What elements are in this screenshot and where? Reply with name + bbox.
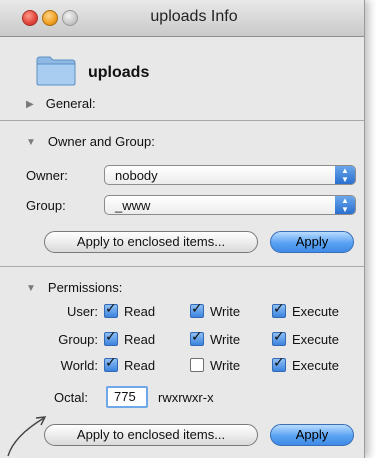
window-title: uploads Info: [150, 8, 238, 25]
user-write-checkbox[interactable]: [190, 301, 204, 318]
read-label: Read: [124, 332, 156, 347]
user-read-checkbox[interactable]: [104, 301, 118, 318]
owner-label: Owner:: [26, 168, 68, 183]
group-execute-checkbox[interactable]: [272, 329, 286, 346]
divider: [0, 120, 364, 121]
group-write-checkbox[interactable]: [190, 329, 204, 346]
execute-label: Execute: [292, 332, 339, 347]
group-value: _www: [115, 198, 151, 213]
group-label: Group:: [26, 198, 66, 213]
folder-name: uploads: [88, 64, 150, 81]
apply-button-owner[interactable]: Apply: [270, 231, 354, 253]
octal-label: Octal:: [54, 390, 88, 405]
disclosure-down-icon[interactable]: ▼: [26, 283, 36, 294]
owner-popup[interactable]: nobody ▲ ▼: [104, 165, 356, 185]
user-perm-label: User:: [66, 304, 98, 319]
world-read-checkbox[interactable]: [104, 355, 118, 372]
group-popup[interactable]: _www ▲ ▼: [104, 195, 356, 215]
section-general-label: General:: [45, 96, 96, 111]
write-label: Write: [210, 304, 241, 319]
info-window: uploads Info uploads ▶ General: ▼ Owner an…: [0, 0, 365, 458]
popup-arrows-icon: ▲ ▼: [335, 166, 355, 184]
world-write-checkbox[interactable]: [190, 358, 204, 372]
world-perm-label: World:: [60, 358, 98, 373]
section-owner-group[interactable]: ▼ Owner and Group:: [26, 134, 155, 149]
write-label: Write: [210, 332, 241, 347]
annotation-arrow-icon: [7, 416, 47, 457]
user-execute-checkbox[interactable]: [272, 301, 286, 318]
write-label: Write: [210, 358, 241, 373]
disclosure-down-icon[interactable]: ▼: [26, 137, 36, 148]
execute-label: Execute: [292, 304, 339, 319]
group-perm-label: Group:: [58, 332, 98, 347]
owner-value: nobody: [115, 168, 158, 183]
section-permissions-label: Permissions:: [47, 280, 123, 295]
octal-input[interactable]: 775: [106, 386, 148, 408]
section-general[interactable]: ▶ General:: [26, 96, 96, 111]
section-owner-group-label: Owner and Group:: [47, 134, 155, 149]
divider: [0, 266, 364, 267]
world-execute-checkbox[interactable]: [272, 355, 286, 372]
disclosure-right-icon[interactable]: ▶: [26, 99, 34, 110]
apply-button-perms[interactable]: Apply: [270, 424, 354, 446]
popup-arrows-icon: ▲ ▼: [335, 196, 355, 214]
read-label: Read: [124, 304, 156, 319]
execute-label: Execute: [292, 358, 339, 373]
read-label: Read: [124, 358, 156, 373]
symbolic-permissions: rwxrwxr-x: [158, 390, 214, 405]
title-bar[interactable]: uploads Info: [0, 0, 364, 37]
apply-enclosed-button-owner[interactable]: Apply to enclosed items...: [44, 231, 258, 253]
folder-icon: [36, 56, 76, 86]
group-read-checkbox[interactable]: [104, 329, 118, 346]
section-permissions[interactable]: ▼ Permissions:: [26, 280, 122, 295]
